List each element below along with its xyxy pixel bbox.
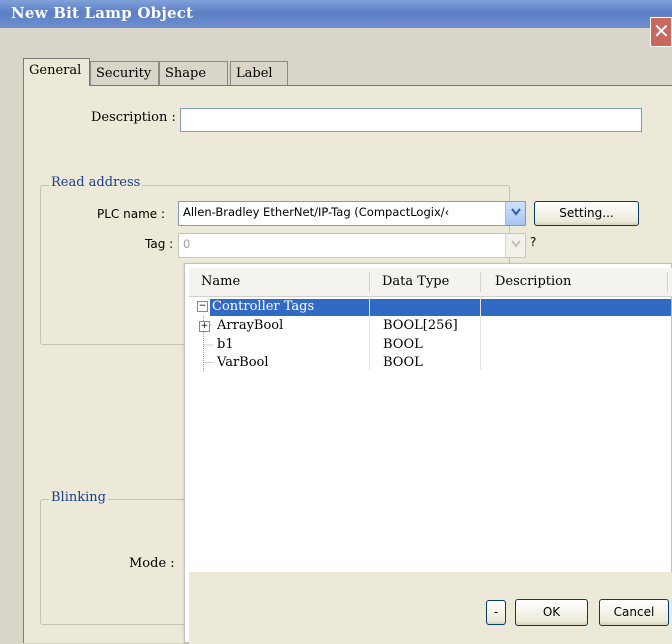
tree-row-controller-tags[interactable]: − Controller Tags xyxy=(197,299,671,316)
blinking-title: Blinking xyxy=(49,490,108,505)
tab-security-label: Security xyxy=(96,66,152,81)
tag-browser-popup: Name Data Type Description − Controller … xyxy=(184,263,672,644)
column-divider[interactable] xyxy=(369,272,370,292)
chevron-down-icon xyxy=(511,208,521,216)
minus-button-label: - xyxy=(493,605,499,619)
title-bar: New Bit Lamp Object xyxy=(0,0,672,28)
mode-label: Mode : xyxy=(129,556,175,571)
column-divider xyxy=(480,296,481,370)
collapse-icon[interactable]: − xyxy=(197,301,208,312)
setting-button[interactable]: Setting... xyxy=(534,201,639,226)
tag-type: BOOL xyxy=(383,337,423,352)
tag-dropdown-button[interactable] xyxy=(505,234,525,257)
tag-select[interactable]: 0 xyxy=(178,233,526,258)
tag-type: BOOL xyxy=(383,355,423,370)
column-description[interactable]: Description xyxy=(495,274,571,289)
expand-icon[interactable]: + xyxy=(199,321,210,332)
window-title: New Bit Lamp Object xyxy=(11,4,194,22)
tab-security[interactable]: Security xyxy=(90,61,159,85)
tag-name: ArrayBool xyxy=(217,318,284,333)
tab-shape-label: Shape xyxy=(165,66,207,81)
read-address-title: Read address xyxy=(49,175,143,190)
plc-name-select[interactable]: Allen-Bradley EtherNet/IP-Tag (CompactLo… xyxy=(178,201,526,226)
chevron-down-icon xyxy=(511,240,521,248)
plc-dropdown-button[interactable] xyxy=(505,202,525,225)
table-row[interactable]: b1 BOOL xyxy=(185,336,669,353)
tag-type: BOOL[256] xyxy=(383,318,458,333)
description-input[interactable] xyxy=(180,108,642,132)
tag-help-mark: ? xyxy=(530,235,537,249)
tag-label: Tag : xyxy=(145,237,174,251)
tag-browser-footer: - OK Cancel xyxy=(189,572,672,644)
ok-button[interactable]: OK xyxy=(515,599,588,626)
close-button[interactable]: ✕ xyxy=(650,17,672,47)
table-row[interactable]: VarBool BOOL xyxy=(185,354,669,371)
tag-name: b1 xyxy=(217,337,234,352)
tab-shape[interactable]: Shape xyxy=(159,61,228,85)
tab-general-label: General xyxy=(29,63,82,78)
controller-tags-label: Controller Tags xyxy=(210,299,671,316)
plc-name-value: Allen-Bradley EtherNet/IP-Tag (CompactLo… xyxy=(183,205,450,219)
column-divider[interactable] xyxy=(480,272,481,292)
tag-name: VarBool xyxy=(217,355,269,370)
minus-button[interactable]: - xyxy=(486,600,506,625)
description-label: Description : xyxy=(91,110,176,125)
column-data-type[interactable]: Data Type xyxy=(382,274,449,289)
column-divider[interactable] xyxy=(667,272,668,292)
plc-name-label: PLC name : xyxy=(97,207,166,221)
tab-label-label: Label xyxy=(236,66,273,81)
close-icon: ✕ xyxy=(653,19,670,43)
cancel-button-label: Cancel xyxy=(613,605,655,619)
tab-general[interactable]: General xyxy=(23,58,90,86)
cancel-button[interactable]: Cancel xyxy=(599,599,669,626)
ok-button-label: OK xyxy=(542,605,561,619)
tag-value: 0 xyxy=(183,237,191,251)
tab-label[interactable]: Label xyxy=(230,61,288,85)
table-row[interactable]: + ArrayBool BOOL[256] xyxy=(185,316,669,333)
column-divider xyxy=(369,296,370,370)
setting-button-label: Setting... xyxy=(559,206,614,220)
